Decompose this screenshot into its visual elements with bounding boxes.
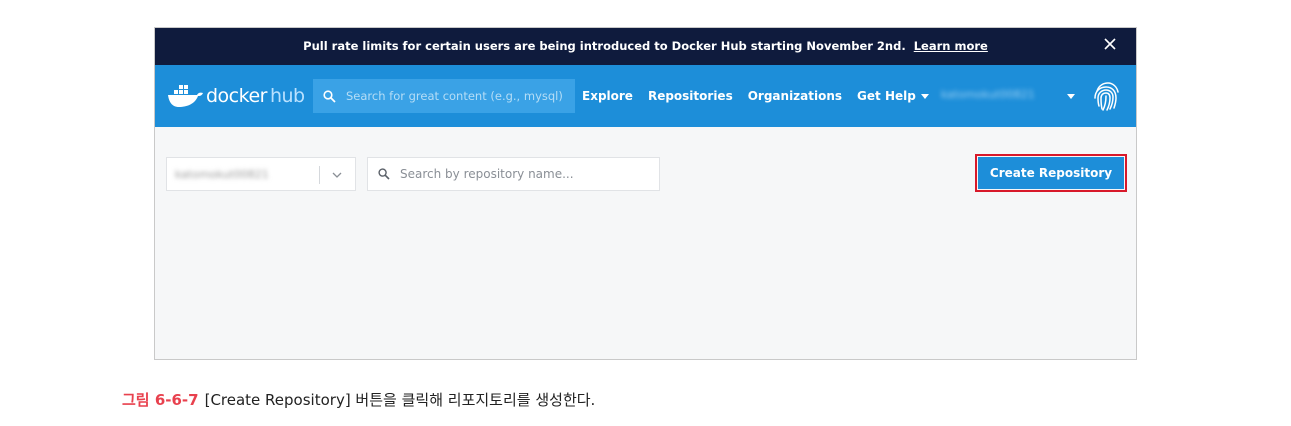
banner-text: Pull rate limits for certain users are b…	[155, 39, 1136, 53]
namespace-select[interactable]: katomokut00821	[166, 157, 356, 191]
nav-links: Explore Repositories Organizations Get H…	[582, 89, 944, 103]
close-icon[interactable]	[1102, 36, 1118, 52]
global-search-placeholder: Search for great content (e.g., mysql)	[346, 89, 563, 103]
fingerprint-icon[interactable]	[1089, 79, 1123, 113]
docker-hub-logo[interactable]: docker hub	[167, 82, 305, 110]
user-menu-name[interactable]: katomokut00821	[941, 88, 1051, 102]
logo-text: docker hub	[206, 85, 305, 107]
repository-search-placeholder: Search by repository name...	[400, 167, 574, 181]
logo-hub: hub	[269, 85, 305, 107]
announcement-banner: Pull rate limits for certain users are b…	[155, 28, 1136, 65]
select-divider	[319, 166, 320, 184]
figure-caption-text: [Create Repository] 버튼을 클릭해 리포지토리를 생성한다.	[204, 391, 596, 409]
nav-explore[interactable]: Explore	[582, 89, 633, 103]
chevron-down-icon[interactable]	[331, 169, 343, 181]
global-search-input[interactable]: Search for great content (e.g., mysql)	[313, 79, 575, 113]
figure-caption: 그림 6-6-7 [Create Repository] 버튼을 클릭해 리포지토…	[122, 389, 595, 410]
nav-get-help-label: Get Help	[857, 89, 916, 103]
logo-docker: docker	[206, 85, 267, 107]
banner-message: Pull rate limits for certain users are b…	[303, 39, 906, 53]
user-menu-caret-icon[interactable]	[1067, 94, 1075, 99]
docker-hub-window: Pull rate limits for certain users are b…	[154, 27, 1137, 360]
nav-get-help[interactable]: Get Help	[857, 89, 929, 103]
create-repository-button[interactable]: Create Repository	[978, 157, 1124, 189]
figure-label: 그림 6-6-7	[122, 391, 199, 409]
namespace-value: katomokut00821	[175, 168, 269, 181]
top-navbar: docker hub Search for great content (e.g.…	[155, 65, 1136, 127]
search-icon	[378, 168, 390, 180]
caret-down-icon	[920, 94, 929, 99]
nav-organizations[interactable]: Organizations	[748, 89, 842, 103]
repository-search-input[interactable]: Search by repository name...	[367, 157, 660, 191]
search-icon	[323, 89, 336, 103]
learn-more-link[interactable]: Learn more	[914, 39, 988, 53]
docker-whale-icon	[168, 85, 203, 107]
nav-repositories[interactable]: Repositories	[648, 89, 733, 103]
